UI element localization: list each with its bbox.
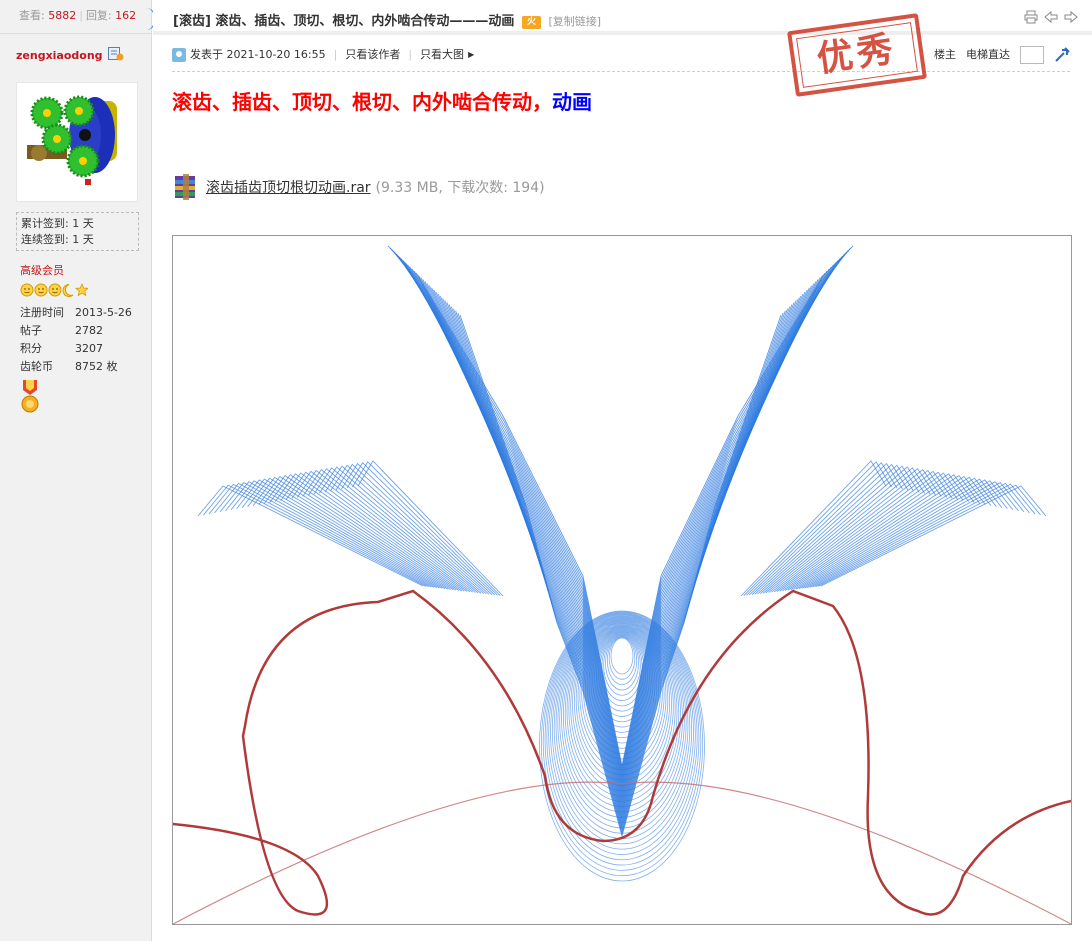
- cutter-loop: [610, 637, 634, 675]
- post-heading: 滚齿、插齿、顶切、根切、内外啮合传动，动画: [172, 86, 592, 115]
- avatar[interactable]: [16, 82, 138, 202]
- title-tools: [1024, 10, 1078, 24]
- profile-row: 积分 3207: [20, 342, 103, 355]
- user-level-icons: [20, 283, 88, 299]
- posted-prefix: 发表于: [190, 48, 223, 61]
- user-group-link[interactable]: 高级会员: [20, 262, 64, 278]
- replies-count: 162: [115, 9, 137, 22]
- profile-row: 齿轮币 8752 枚: [20, 360, 118, 373]
- thread-title-bar: [滚齿] 滚齿、插齿、顶切、根切、内外啮合传动———动画 火 [复制链接]: [153, 0, 1092, 35]
- cutter-loop: [605, 635, 639, 691]
- cutter-path: [357, 460, 504, 597]
- cutter-path: [820, 485, 1047, 587]
- thread-title: [滚齿] 滚齿、插齿、顶切、根切、内外啮合传动———动画 火 [复制链接]: [173, 10, 601, 29]
- posted-time: 2021-10-20 16:55: [226, 48, 326, 61]
- post-heading-tail: 动画: [552, 90, 592, 114]
- checkin-stats: 累计签到: 1 天 连续签到: 1 天: [16, 212, 139, 251]
- attachment: 滚齿插齿顶切根切动画.rar (9.33 MB, 下载次数: 194): [172, 173, 545, 201]
- medal-icon[interactable]: [20, 380, 40, 414]
- gear-cutting-figure: [173, 245, 1071, 924]
- attachment-info: (9.33 MB, 下载次数: 194): [375, 180, 545, 196]
- previous-thread-icon[interactable]: [1044, 10, 1058, 24]
- checkin-total-value: 1 天: [72, 217, 94, 230]
- post-meta: 发表于 2021-10-20 16:55 | 只看该作者 | 只看大图 ▶: [172, 46, 474, 64]
- cutter-loop: [608, 636, 636, 680]
- only-author-link[interactable]: 只看该作者: [345, 46, 400, 64]
- cutter-loop: [603, 634, 641, 696]
- author-username-link[interactable]: zengxiaodong: [16, 49, 103, 62]
- next-thread-icon[interactable]: [1064, 10, 1078, 24]
- print-icon[interactable]: [1024, 10, 1038, 24]
- only-big-image-link[interactable]: 只看大图: [420, 46, 464, 64]
- post-heading-main: 滚齿、插齿、顶切、根切、内外啮合传动，: [172, 90, 552, 114]
- checkin-streak-label: 连续签到:: [21, 233, 69, 246]
- replies-label: 回复:: [85, 9, 112, 22]
- gear-tooth-outline: [173, 589, 1071, 916]
- floor-label: 楼主: [934, 48, 956, 61]
- views-count: 5882: [48, 9, 77, 22]
- post-divider: [172, 71, 1070, 72]
- author-sidebar: 查看: 5882 | 回复: 162 zengxiaodong 累计签到: 1 …: [0, 0, 152, 941]
- triangle-right-icon: ▶: [468, 50, 475, 59]
- post-image[interactable]: [172, 235, 1072, 925]
- profile-row: 注册时间 2013-5-26: [20, 306, 132, 319]
- elevator-label: 电梯直达: [966, 48, 1010, 61]
- floor-tools: 楼主 电梯直达: [934, 46, 1070, 64]
- checkin-streak-value: 1 天: [72, 233, 94, 246]
- username-row: zengxiaodong: [16, 46, 124, 64]
- profile-info: 注册时间 2013-5-26 帖子 2782 积分 3207 齿轮币 8752 枚: [20, 304, 132, 376]
- cutter-loop: [595, 632, 649, 717]
- cutter-path: [197, 485, 424, 587]
- copy-link-button[interactable]: [复制链接]: [549, 15, 602, 28]
- cutter-envelope-lines: [197, 245, 1047, 882]
- views-label: 查看:: [19, 9, 45, 22]
- thread-title-text: 滚齿、插齿、顶切、根切、内外啮合传动———动画: [215, 14, 515, 29]
- thread-stats: 查看: 5882 | 回复: 162: [0, 0, 151, 34]
- rar-archive-icon: [175, 174, 195, 200]
- elevator-go-icon[interactable]: [1054, 47, 1070, 63]
- level-sun-icon: [20, 283, 88, 297]
- hot-icon: 火: [521, 16, 541, 29]
- attachment-download-link[interactable]: 滚齿插齿顶切根切动画.rar: [206, 177, 371, 197]
- author-online-icon: [172, 48, 186, 62]
- elevator-floor-input[interactable]: [1020, 46, 1044, 64]
- user-card-icon[interactable]: [108, 47, 124, 61]
- profile-row: 帖子 2782: [20, 324, 103, 337]
- cutter-path: [740, 460, 887, 597]
- checkin-total-label: 累计签到:: [21, 217, 69, 230]
- thread-category-link[interactable]: [滚齿]: [173, 14, 211, 29]
- cutter-loop: [597, 632, 647, 712]
